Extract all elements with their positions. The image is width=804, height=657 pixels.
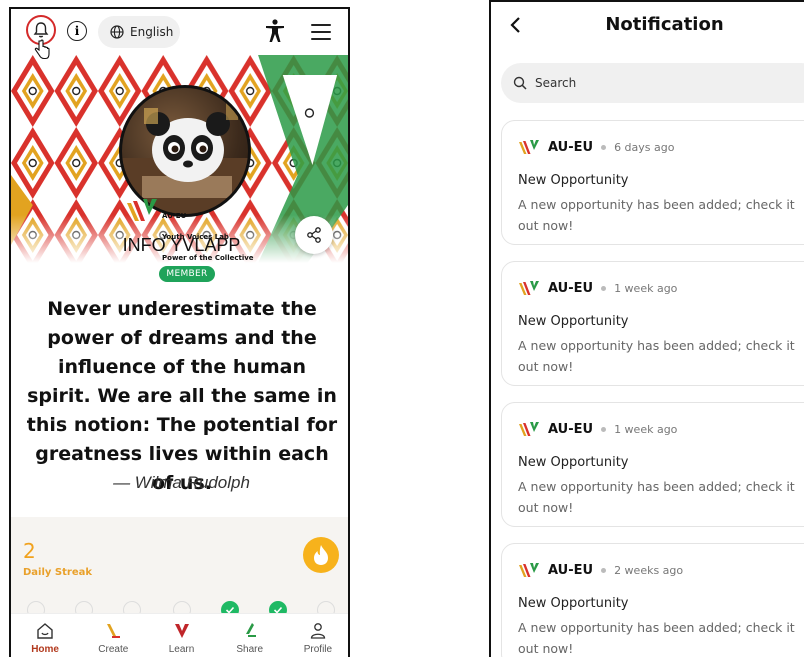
info-icon[interactable]: i	[67, 21, 87, 41]
search-icon	[513, 76, 527, 90]
notification-time: 2 weeks ago	[614, 563, 684, 577]
notification-time: 1 week ago	[614, 281, 678, 295]
au-eu-logo-icon	[519, 422, 539, 436]
notification-source: AU-EU	[548, 280, 594, 296]
learn-icon	[174, 624, 189, 638]
notification-card[interactable]: AU-EU 6 days ago New Opportunity A new o…	[501, 120, 804, 245]
au-eu-youth-voices-logo: AU-EU Youth Voices Lab Power of the Coll…	[125, 197, 265, 262]
nav-label-create: Create	[98, 644, 129, 655]
notification-title: New Opportunity	[518, 314, 629, 329]
notification-body: A new opportunity has been added; check …	[518, 479, 795, 515]
notification-screen: Notification Search AU-EU 6 days ago New…	[489, 0, 804, 657]
nav-item-profile[interactable]: Profile	[284, 614, 348, 657]
globe-icon	[110, 25, 124, 39]
nav-label-profile: Profile	[303, 644, 333, 655]
nav-item-create[interactable]: Create	[79, 614, 147, 657]
hamburger-menu-icon[interactable]	[311, 24, 331, 40]
nav-item-learn[interactable]: Learn	[147, 614, 215, 657]
au-eu-logo-icon	[519, 563, 539, 577]
notification-title: New Opportunity	[518, 596, 629, 611]
bottom-navigation: Home Create Learn Share Profile	[11, 613, 348, 657]
separator-dot	[601, 144, 607, 150]
notification-card[interactable]: AU-EU 1 week ago New Opportunity A new o…	[501, 402, 804, 527]
separator-dot	[601, 426, 607, 432]
notification-title: New Opportunity	[518, 455, 629, 470]
screenshot-canvas: i English AU-EU Youth Voices Lab Power o…	[0, 0, 804, 657]
notification-source: AU-EU	[548, 139, 594, 155]
notification-title: New Opportunity	[518, 173, 629, 188]
notification-search-input[interactable]: Search	[501, 63, 804, 103]
home-icon	[37, 623, 53, 639]
daily-quote: Never underestimate the power of dreams …	[26, 298, 338, 494]
notification-source: AU-EU	[548, 562, 594, 578]
profile-icon	[310, 623, 326, 639]
notification-body: A new opportunity has been added; check …	[518, 620, 795, 656]
fire-icon	[303, 537, 339, 573]
notification-body: A new opportunity has been added; check …	[518, 197, 795, 233]
notification-body: A new opportunity has been added; check …	[518, 338, 795, 374]
top-bar: i English	[11, 9, 348, 60]
notification-time: 1 week ago	[614, 422, 678, 436]
create-icon	[107, 624, 121, 638]
bell-icon	[33, 22, 49, 38]
logo-line-3: Power of the Collective	[162, 254, 254, 262]
daily-streak-card: 2 Daily Streak	[11, 517, 348, 621]
language-selector[interactable]: English	[98, 16, 180, 48]
notification-source: AU-EU	[548, 421, 594, 437]
member-badge: MEMBER	[159, 266, 215, 282]
separator-dot	[601, 285, 607, 291]
notification-time: 6 days ago	[614, 140, 675, 154]
share-nav-icon	[245, 623, 256, 637]
separator-dot	[601, 567, 607, 573]
notification-card[interactable]: AU-EU 2 weeks ago New Opportunity A new …	[501, 543, 804, 657]
nav-label-learn: Learn	[168, 644, 195, 655]
home-screen: i English AU-EU Youth Voices Lab Power o…	[9, 7, 350, 657]
nav-label-home: Home	[31, 644, 59, 655]
streak-count: 2	[23, 539, 36, 563]
nav-item-share[interactable]: Share	[216, 614, 284, 657]
nav-item-home[interactable]: Home	[11, 614, 79, 657]
search-placeholder: Search	[535, 76, 577, 90]
au-eu-logo-icon	[519, 140, 539, 154]
au-eu-logo-icon	[519, 281, 539, 295]
language-label: English	[130, 25, 174, 39]
yvl-logo-icon	[127, 199, 157, 221]
notification-header: Notification	[491, 2, 804, 48]
accessibility-icon[interactable]	[264, 19, 286, 43]
page-title: Notification	[605, 14, 724, 35]
nav-label-share: Share	[236, 644, 264, 655]
streak-label: Daily Streak	[23, 567, 92, 578]
notification-card[interactable]: AU-EU 1 week ago New Opportunity A new o…	[501, 261, 804, 386]
quote-author: — Wilma Rudolph	[113, 473, 250, 492]
logo-line-1: AU-EU	[162, 212, 187, 220]
profile-username: INFO YVLAPP	[122, 235, 241, 255]
